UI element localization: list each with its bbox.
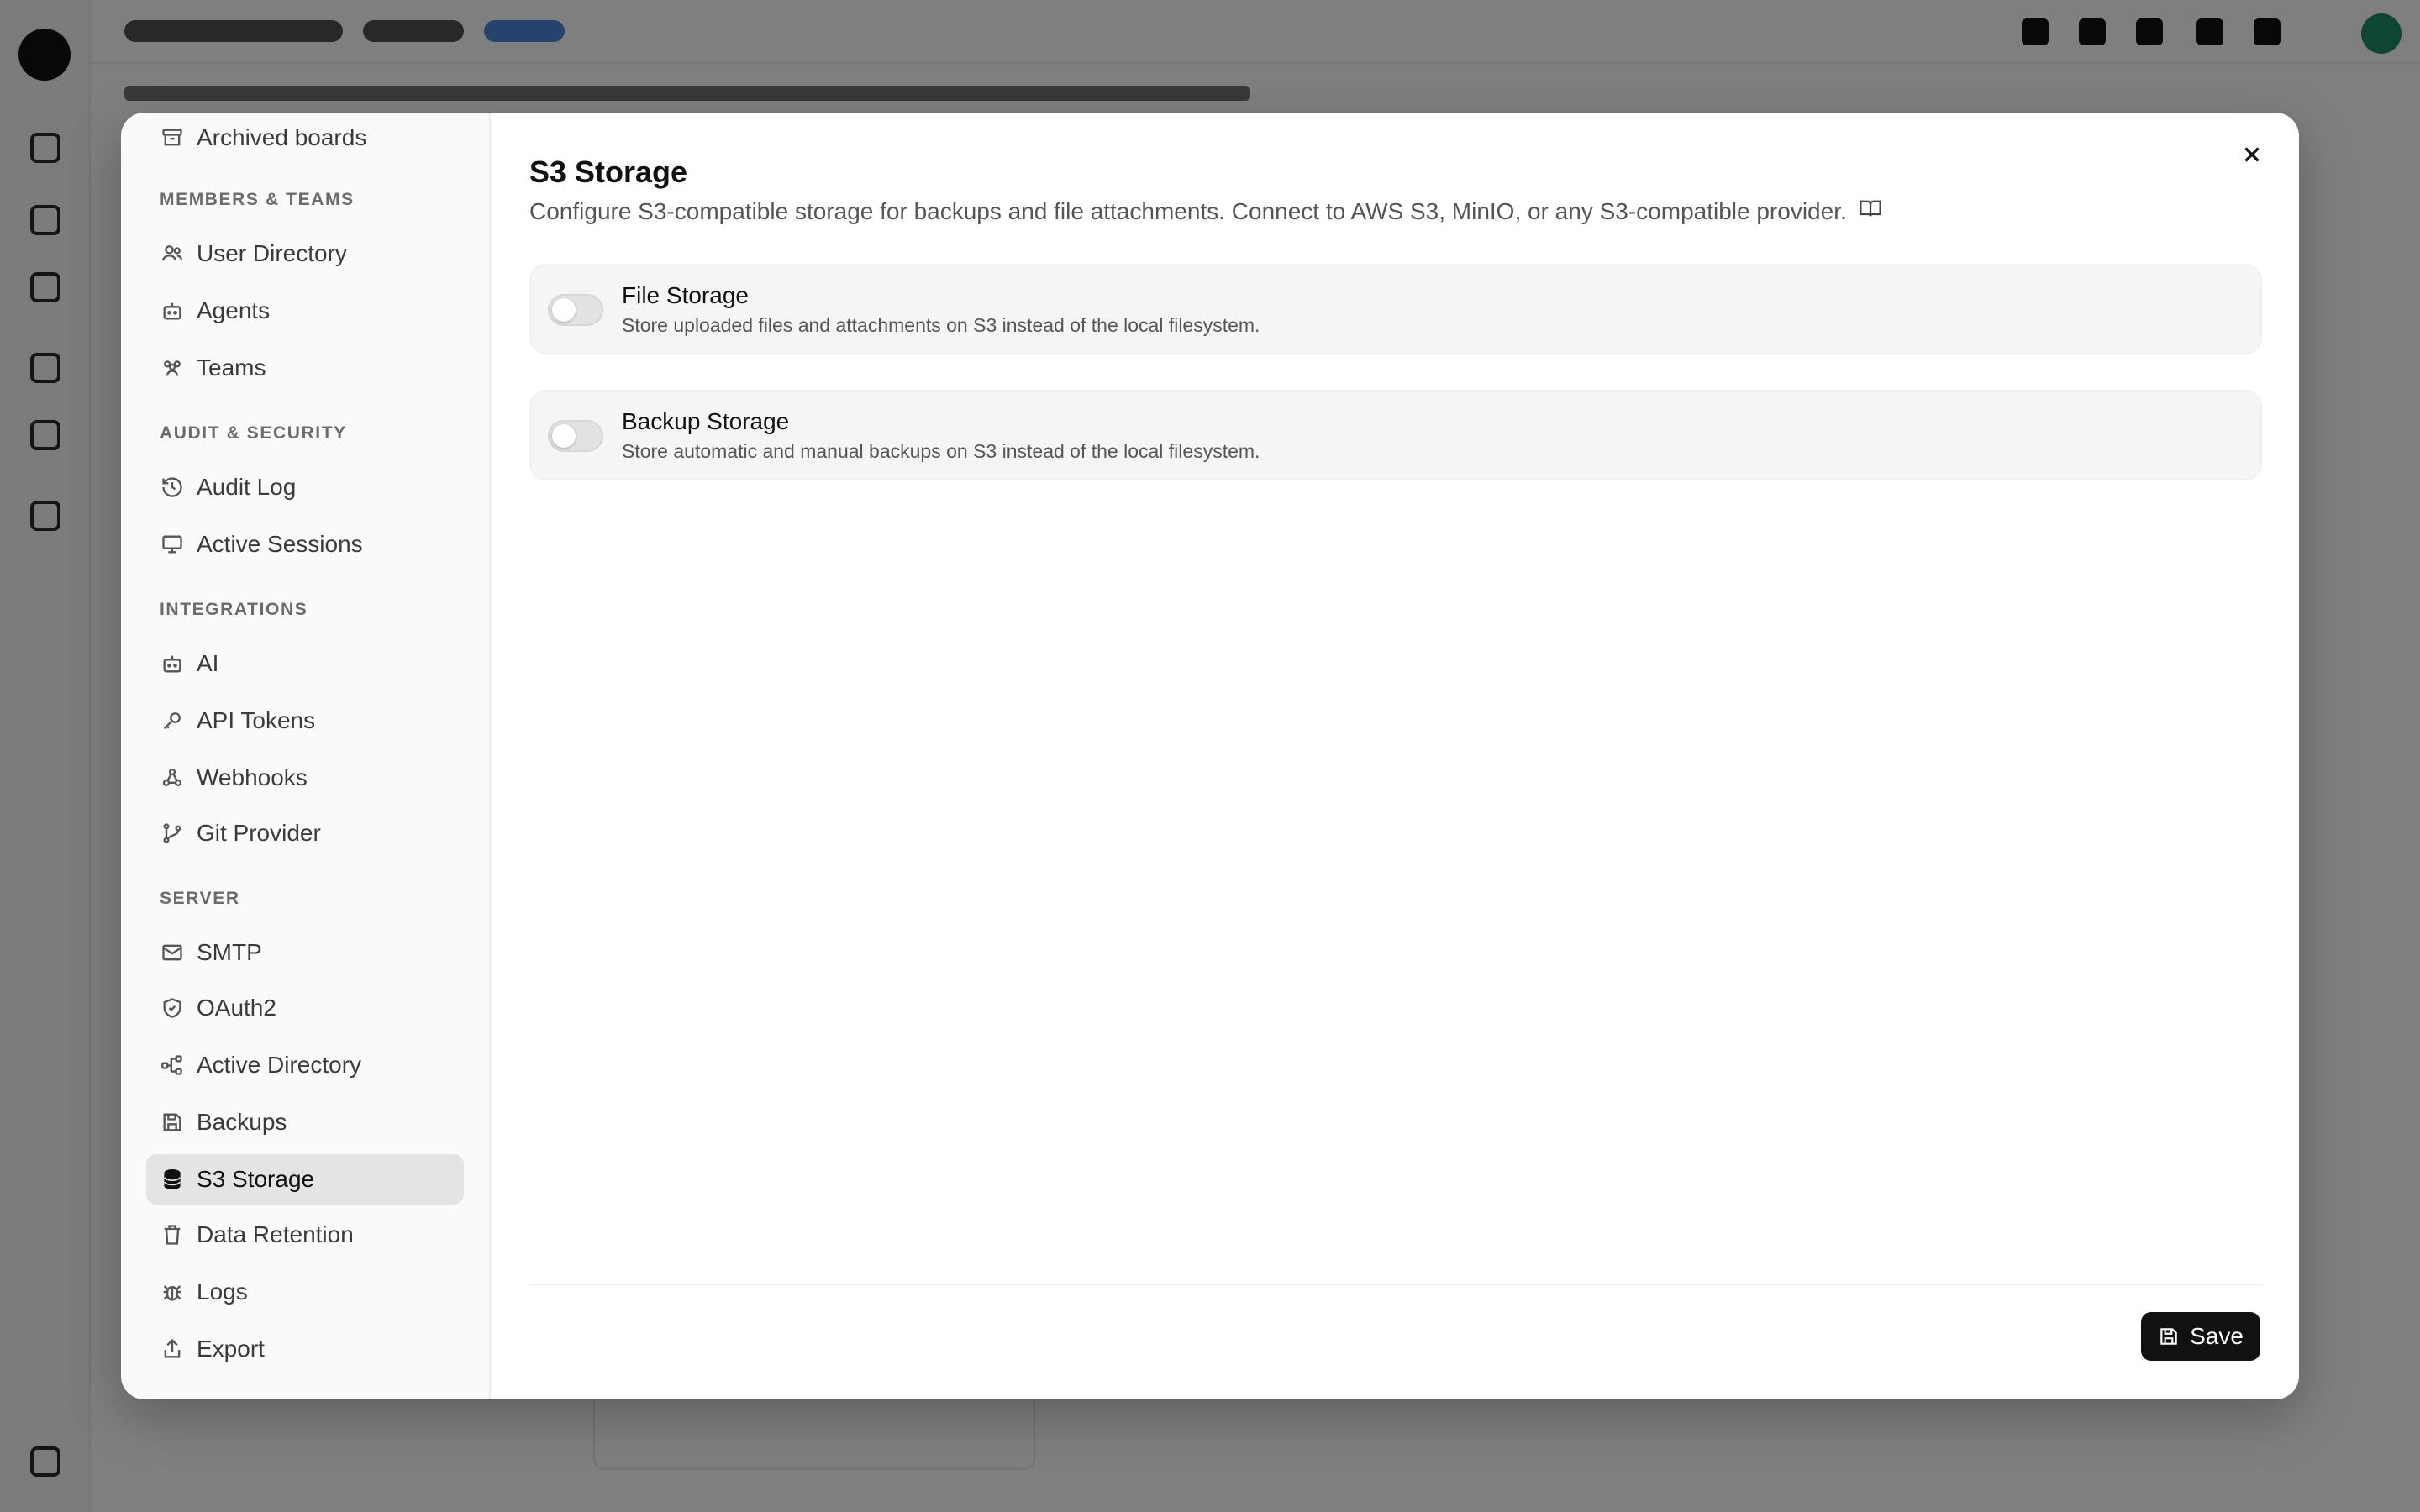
setting-description: Store uploaded files and attachments on …: [622, 314, 1260, 336]
sidebar-item-label: Active Sessions: [197, 531, 363, 557]
settings-content: S3 Storage Configure S3-compatible stora…: [491, 113, 2299, 1399]
backup-storage-toggle[interactable]: [548, 420, 603, 452]
bot-icon: [160, 298, 185, 323]
setting-description: Store automatic and manual backups on S3…: [622, 440, 1260, 462]
sidebar-item-label: Logs: [197, 1278, 248, 1305]
trash-icon: [160, 1222, 185, 1247]
sidebar-item-label: User Directory: [197, 240, 347, 266]
sidebar-item-git-provider[interactable]: Git Provider: [146, 808, 464, 858]
users-icon: [160, 241, 185, 266]
shield-icon: [160, 995, 185, 1021]
sidebar-item-s3-storage[interactable]: S3 Storage: [146, 1154, 464, 1205]
sidebar-item-label: Webhooks: [197, 764, 308, 790]
setting-title: File Storage: [622, 282, 749, 308]
mail-icon: [160, 940, 185, 965]
sidebar-item-label: Backups: [197, 1109, 287, 1135]
sidebar-item-label: Archived boards: [197, 124, 367, 150]
sidebar-item-label: AI: [197, 650, 219, 676]
sidebar-item-teams[interactable]: Teams: [146, 343, 464, 393]
sidebar-item-export[interactable]: Export: [146, 1324, 464, 1374]
save-icon: [2160, 1328, 2177, 1345]
subtitle-text: Configure S3-compatible storage for back…: [529, 197, 1847, 224]
sidebar-item-logs[interactable]: Logs: [146, 1267, 464, 1317]
sidebar-item-label: Active Directory: [197, 1052, 362, 1078]
file-storage-card: File Storage Store uploaded files and at…: [529, 264, 2262, 354]
sidebar-item-label: Export: [197, 1336, 265, 1362]
save-button[interactable]: Save: [2141, 1312, 2260, 1361]
sidebar-item-webhooks[interactable]: Webhooks: [146, 753, 464, 803]
sidebar-item-audit-log[interactable]: Audit Log: [146, 462, 464, 512]
save-icon: [160, 1110, 185, 1135]
sidebar-item-label: OAuth2: [197, 995, 276, 1021]
team-icon: [160, 355, 185, 381]
section-heading-server: SERVER: [160, 889, 240, 908]
archive-icon: [160, 125, 185, 150]
sidebar-item-label: Git Provider: [197, 820, 321, 846]
network-icon: [160, 1053, 185, 1078]
settings-modal: Archived boards MEMBERS & TEAMS User Dir…: [121, 113, 2299, 1399]
sidebar-item-oauth2[interactable]: OAuth2: [146, 983, 464, 1033]
sidebar-item-smtp[interactable]: SMTP: [146, 927, 464, 978]
sidebar-item-label: Teams: [197, 354, 266, 381]
history-icon: [160, 475, 185, 500]
sidebar-item-label: Agents: [197, 297, 271, 323]
sidebar-item-backups[interactable]: Backups: [146, 1097, 464, 1147]
sidebar-item-ai[interactable]: AI: [146, 638, 464, 689]
book-open-icon[interactable]: [1859, 197, 1882, 226]
sidebar-item-label: SMTP: [197, 939, 262, 965]
file-storage-toggle[interactable]: [548, 294, 603, 326]
backup-storage-card: Backup Storage Store automatic and manua…: [529, 390, 2262, 480]
close-icon: [2244, 147, 2260, 162]
sidebar-item-label: API Tokens: [197, 707, 316, 733]
sidebar-item-active-directory[interactable]: Active Directory: [146, 1040, 464, 1090]
bug-icon: [160, 1279, 185, 1305]
section-heading-members: MEMBERS & TEAMS: [160, 190, 355, 209]
footer-divider: [529, 1284, 2264, 1285]
sidebar-item-archived-boards[interactable]: Archived boards: [146, 113, 464, 163]
monitor-icon: [160, 532, 185, 557]
sidebar-item-label: Audit Log: [197, 474, 297, 500]
key-icon: [160, 708, 185, 733]
bot-icon: [160, 651, 185, 676]
webhook-icon: [160, 765, 185, 790]
sidebar-item-label: Data Retention: [197, 1221, 354, 1247]
sidebar-item-active-sessions[interactable]: Active Sessions: [146, 519, 464, 570]
sidebar-item-data-retention[interactable]: Data Retention: [146, 1210, 464, 1260]
database-icon: [160, 1167, 185, 1192]
sidebar-item-user-directory[interactable]: User Directory: [146, 228, 464, 279]
page-subtitle: Configure S3-compatible storage for back…: [529, 197, 1882, 226]
sidebar-item-api-tokens[interactable]: API Tokens: [146, 696, 464, 746]
section-heading-audit: AUDIT & SECURITY: [160, 423, 347, 443]
page-title: S3 Storage: [529, 155, 688, 189]
settings-sidebar: Archived boards MEMBERS & TEAMS User Dir…: [121, 113, 491, 1399]
save-button-label: Save: [2190, 1323, 2244, 1349]
section-heading-integrations: INTEGRATIONS: [160, 600, 308, 619]
setting-title: Backup Storage: [622, 408, 790, 434]
close-button[interactable]: [2230, 133, 2274, 176]
git-branch-icon: [160, 821, 185, 846]
sidebar-item-label: S3 Storage: [197, 1166, 315, 1192]
share-icon: [160, 1336, 185, 1362]
sidebar-item-agents[interactable]: Agents: [146, 286, 464, 336]
